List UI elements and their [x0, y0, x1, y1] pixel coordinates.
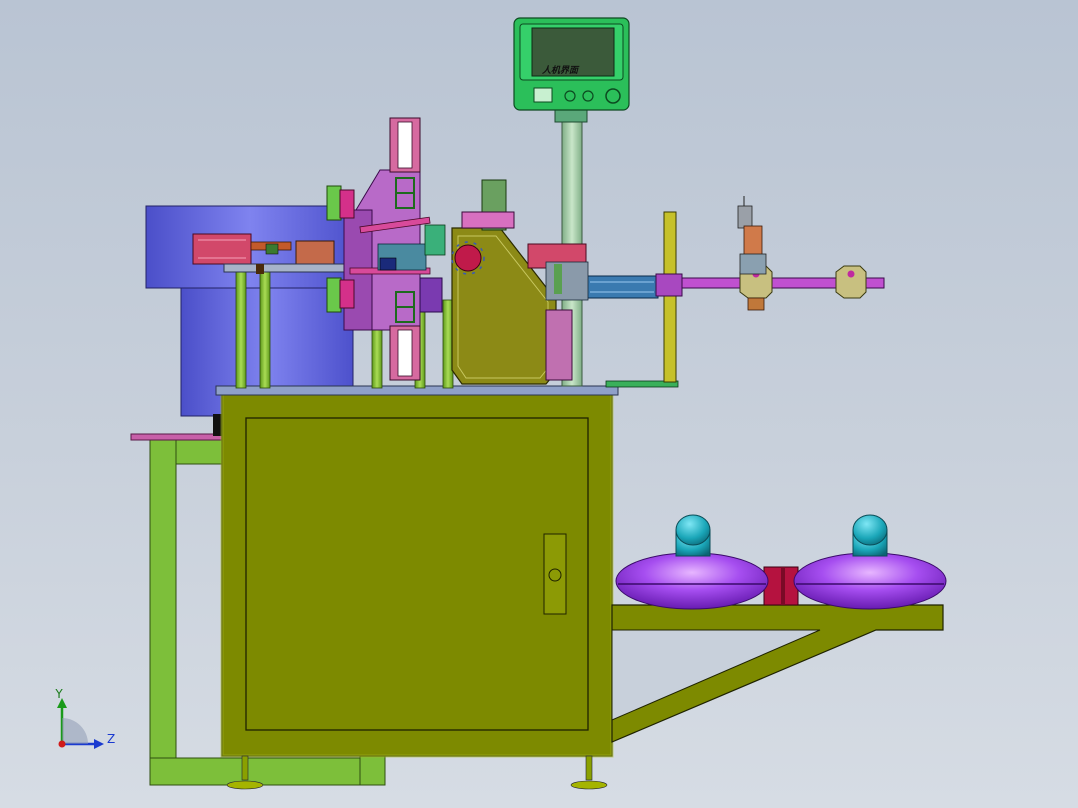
door-handle — [543, 533, 567, 615]
hmi-panel: 人机界面 — [513, 17, 630, 111]
hmi-screen-label: 人机界面 — [542, 65, 580, 76]
machine-drawing: 人机界面 Y Z — [54, 17, 947, 790]
hmi-indicator — [533, 87, 553, 103]
wire-reel-left — [615, 514, 769, 610]
triad-z-label: Z — [107, 732, 115, 746]
guide-rod-assembly — [655, 196, 885, 383]
side-cylinders — [527, 243, 659, 301]
wire-reel-right — [793, 514, 947, 610]
cabinet-door — [245, 417, 589, 731]
triad-y-label: Y — [54, 687, 63, 701]
main-cabinet — [215, 385, 619, 790]
coordinate-triad: Y Z — [54, 687, 115, 749]
